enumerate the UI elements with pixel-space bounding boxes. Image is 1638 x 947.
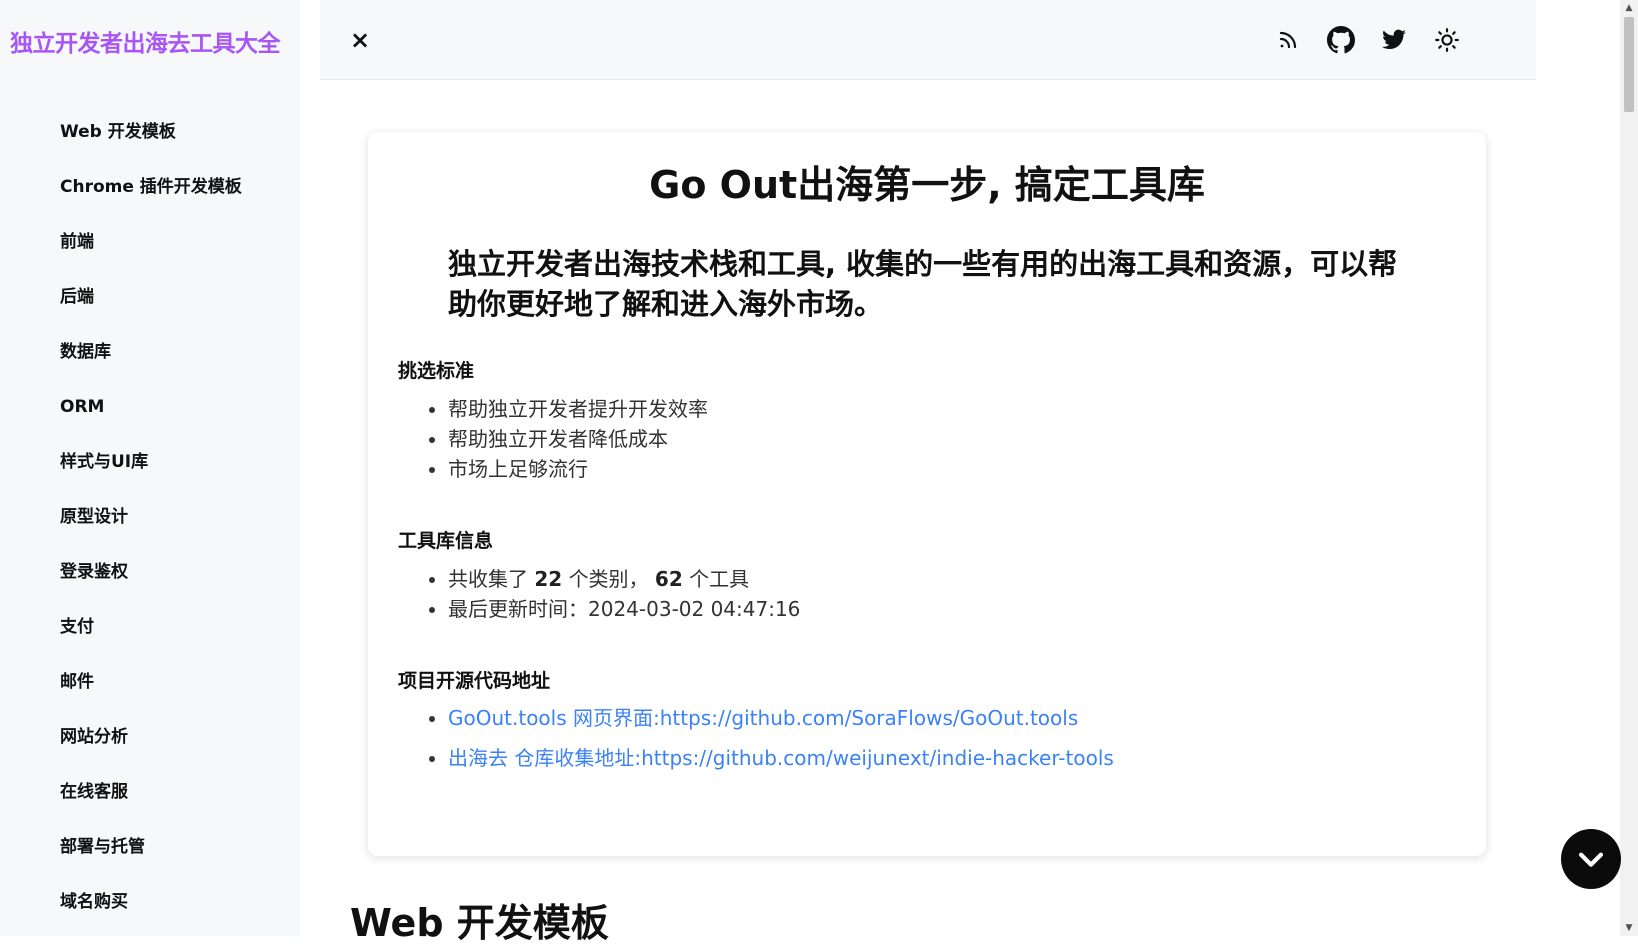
- sidebar-item-hosting[interactable]: 部署与托管: [0, 820, 300, 875]
- sidebar-item-email[interactable]: 邮件: [0, 655, 300, 710]
- list-item: 出海去 仓库收集地址:https://github.com/weijunext/…: [448, 738, 1114, 778]
- criteria-heading: 挑选标准: [398, 360, 475, 382]
- scroll-up-icon[interactable]: ▲: [1620, 0, 1638, 16]
- sidebar-item-database[interactable]: 数据库: [0, 325, 300, 380]
- gutter: [300, 0, 320, 936]
- top-header: ×: [320, 0, 1536, 80]
- sidebar-nav: Web 开发模板 Chrome 插件开发模板 前端 后端 数据库 ORM 样式与…: [0, 105, 300, 930]
- intro-subtitle: 独立开发者出海技术栈和工具, 收集的一些有用的出海工具和资源，可以帮助你更好地了…: [448, 247, 1398, 321]
- category-suffix: 个类别，: [568, 567, 649, 591]
- collected-prefix: 共收集了: [448, 567, 528, 591]
- list-item: 帮助独立开发者降低成本: [448, 424, 708, 454]
- scroll-down-button[interactable]: [1561, 829, 1621, 889]
- twitter-icon[interactable]: [1376, 22, 1412, 58]
- sidebar-item-orm[interactable]: ORM: [0, 380, 300, 435]
- sidebar-item-prototyping[interactable]: 原型设计: [0, 490, 300, 545]
- close-sidebar-button[interactable]: ×: [342, 22, 378, 58]
- list-item: GoOut.tools 网页界面:https://github.com/Sora…: [448, 698, 1114, 738]
- main-content: Go Out出海第一步, 搞定工具库 独立开发者出海技术栈和工具, 收集的一些有…: [320, 80, 1536, 945]
- sidebar-item-analytics[interactable]: 网站分析: [0, 710, 300, 765]
- category-count: 22: [534, 567, 563, 591]
- github-icon[interactable]: [1323, 22, 1359, 58]
- sidebar-item-chrome-templates[interactable]: Chrome 插件开发模板: [0, 160, 300, 215]
- scrollbar-thumb[interactable]: [1624, 17, 1634, 112]
- scroll-down-icon[interactable]: ▼: [1620, 920, 1638, 936]
- intro-title: Go Out出海第一步, 搞定工具库: [649, 163, 1205, 207]
- goout-tools-link[interactable]: GoOut.tools 网页界面:https://github.com/Sora…: [448, 706, 1078, 730]
- sidebar-item-web-templates[interactable]: Web 开发模板: [0, 105, 300, 160]
- sidebar-item-auth[interactable]: 登录鉴权: [0, 545, 300, 600]
- list-item: 市场上足够流行: [448, 454, 708, 484]
- criteria-list: 帮助独立开发者提升开发效率 帮助独立开发者降低成本 市场上足够流行: [398, 394, 708, 484]
- list-item: 帮助独立开发者提升开发效率: [448, 394, 708, 424]
- sidebar-item-ui-libraries[interactable]: 样式与UI库: [0, 435, 300, 490]
- sidebar-item-domains[interactable]: 域名购买: [0, 875, 300, 930]
- right-margin: [1536, 0, 1620, 936]
- source-heading: 项目开源代码地址: [398, 670, 551, 692]
- chevron-down-icon: [1578, 852, 1604, 867]
- sidebar-item-frontend[interactable]: 前端: [0, 215, 300, 270]
- list-item: 最后更新时间：2024-03-02 04:47:16: [448, 594, 800, 624]
- tool-suffix: 个工具: [689, 567, 750, 591]
- section-heading-web-templates: Web 开发模板: [350, 901, 609, 945]
- sun-icon[interactable]: [1429, 22, 1465, 58]
- sidebar-item-payment[interactable]: 支付: [0, 600, 300, 655]
- site-title[interactable]: 独立开发者出海去工具大全: [10, 24, 281, 58]
- tool-count: 62: [654, 567, 683, 591]
- indie-hacker-tools-link[interactable]: 出海去 仓库收集地址:https://github.com/weijunext/…: [448, 746, 1114, 770]
- info-heading: 工具库信息: [398, 530, 494, 552]
- info-list: 共收集了 22 个类别， 62 个工具 最后更新时间：2024-03-02 04…: [398, 564, 800, 624]
- intro-card: Go Out出海第一步, 搞定工具库 独立开发者出海技术栈和工具, 收集的一些有…: [368, 132, 1486, 856]
- vertical-scrollbar[interactable]: ▲ ▼: [1620, 0, 1638, 936]
- list-item: 共收集了 22 个类别， 62 个工具: [448, 564, 800, 594]
- sidebar-item-live-chat[interactable]: 在线客服: [0, 765, 300, 820]
- source-links-list: GoOut.tools 网页界面:https://github.com/Sora…: [398, 698, 1114, 778]
- rss-icon[interactable]: [1270, 22, 1306, 58]
- sidebar-item-backend[interactable]: 后端: [0, 270, 300, 325]
- sidebar: 独立开发者出海去工具大全 Web 开发模板 Chrome 插件开发模板 前端 后…: [0, 0, 300, 936]
